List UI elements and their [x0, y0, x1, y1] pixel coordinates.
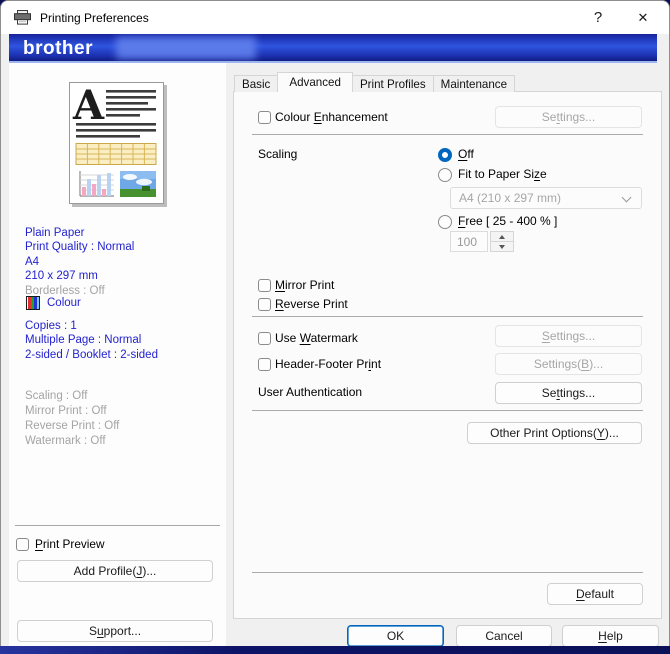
- header-footer-label: Header-Footer Print: [275, 357, 381, 371]
- spinner-down-button[interactable]: [490, 242, 514, 252]
- default-button[interactable]: Default: [547, 583, 643, 605]
- window-title: Printing Preferences: [40, 11, 149, 25]
- ok-button[interactable]: OK: [347, 625, 444, 646]
- summary-colour-row: Colour: [26, 296, 81, 311]
- document-preview-image: A: [70, 83, 163, 203]
- scaling-label: Scaling: [258, 147, 297, 161]
- user-authentication-settings-button[interactable]: Settings...: [495, 382, 642, 404]
- summary-print-quality: Print Quality : Normal: [25, 240, 134, 255]
- tab-advanced[interactable]: Advanced: [277, 72, 353, 92]
- help-titlebar-button[interactable]: ?: [578, 1, 618, 34]
- scaling-fit-label: Fit to Paper Size: [458, 167, 547, 181]
- header-footer-checkbox[interactable]: [258, 358, 271, 371]
- scaling-off-radio[interactable]: [438, 148, 452, 162]
- svg-text:A: A: [72, 83, 105, 129]
- tab-maintenance[interactable]: Maintenance: [433, 75, 515, 92]
- printer-model-redacted: [116, 37, 256, 59]
- scaling-fit-radio[interactable]: [438, 168, 452, 182]
- section-divider-1: [252, 134, 643, 135]
- sidebar-divider: [15, 525, 220, 526]
- user-authentication-label: User Authentication: [258, 385, 362, 399]
- print-preview-label: Print Preview: [35, 537, 105, 551]
- watermark-settings-button[interactable]: Settings...: [495, 325, 642, 347]
- use-watermark-checkbox[interactable]: [258, 332, 271, 345]
- tab-print-profiles[interactable]: Print Profiles: [352, 75, 434, 92]
- summary-watermark: Watermark : Off: [25, 434, 106, 449]
- scaling-free-label: Free [ 25 - 400 % ]: [458, 214, 557, 228]
- reverse-print-label: Reverse Print: [275, 297, 348, 311]
- summary-media-type: Plain Paper: [25, 226, 84, 241]
- summary-paper-dimensions: 210 x 297 mm: [25, 269, 98, 284]
- chevron-down-icon: [622, 193, 632, 203]
- tab-bar: Basic Advanced Print Profiles Maintenanc…: [234, 72, 514, 92]
- summary-colour-label: Colour: [47, 296, 81, 311]
- print-preview-checkbox[interactable]: [16, 538, 29, 551]
- other-print-options-button[interactable]: Other Print Options(Y)...: [467, 422, 642, 444]
- colour-enhancement-checkbox[interactable]: [258, 111, 271, 124]
- tab-basic[interactable]: Basic: [234, 75, 278, 92]
- scaling-free-radio[interactable]: [438, 215, 452, 229]
- mirror-print-label: Mirror Print: [275, 278, 334, 292]
- title-bar: Printing Preferences ? ✕: [1, 1, 669, 34]
- section-divider-4: [252, 572, 643, 573]
- section-divider-3: [252, 410, 643, 411]
- mirror-print-checkbox[interactable]: [258, 279, 271, 292]
- cancel-button[interactable]: Cancel: [456, 625, 552, 646]
- summary-multiple-page: Multiple Page : Normal: [25, 333, 141, 348]
- screen: Printing Preferences ? ✕ brother A: [0, 0, 670, 654]
- printer-icon: [14, 10, 31, 25]
- colour-enhancement-label: Colour Enhancement: [275, 110, 388, 124]
- summary-two-sided: 2-sided / Booklet : 2-sided: [25, 348, 158, 363]
- reverse-print-checkbox[interactable]: [258, 298, 271, 311]
- brother-logo: brother: [23, 38, 93, 60]
- advanced-tab-panel: Colour Enhancement Settings... Scaling O…: [233, 91, 662, 619]
- scaling-off-label: Off: [458, 147, 474, 161]
- help-button[interactable]: Help: [562, 625, 659, 646]
- header-footer-settings-button[interactable]: Settings(B)...: [495, 353, 642, 375]
- paper-size-value: A4 (210 x 297 mm): [459, 191, 561, 205]
- dialog-body: A: [1, 63, 669, 646]
- colour-enhancement-settings-button[interactable]: Settings...: [495, 106, 642, 128]
- background-strip: [0, 645, 670, 654]
- summary-copies: Copies : 1: [25, 319, 77, 334]
- close-icon[interactable]: ✕: [623, 1, 663, 34]
- free-percent-input[interactable]: 100: [450, 231, 488, 252]
- summary-mirror-print: Mirror Print : Off: [25, 404, 107, 419]
- paper-size-select[interactable]: A4 (210 x 297 mm): [450, 187, 642, 209]
- colour-mode-icon: [26, 296, 40, 310]
- section-divider-2: [252, 316, 643, 317]
- summary-scaling: Scaling : Off: [25, 389, 87, 404]
- spinner-up-button[interactable]: [490, 231, 514, 242]
- brand-banner: brother: [9, 34, 657, 63]
- support-button[interactable]: Support...: [17, 620, 213, 642]
- use-watermark-label: Use Watermark: [275, 331, 358, 345]
- summary-reverse-print: Reverse Print : Off: [25, 419, 119, 434]
- summary-paper-size: A4: [25, 255, 39, 270]
- document-preview: A: [69, 82, 164, 204]
- free-percent-spinner: 100: [450, 231, 514, 252]
- settings-summary-panel: A: [9, 63, 226, 646]
- printing-preferences-dialog: Printing Preferences ? ✕ brother A: [0, 0, 670, 646]
- add-profile-button[interactable]: Add Profile(J)...: [17, 560, 213, 582]
